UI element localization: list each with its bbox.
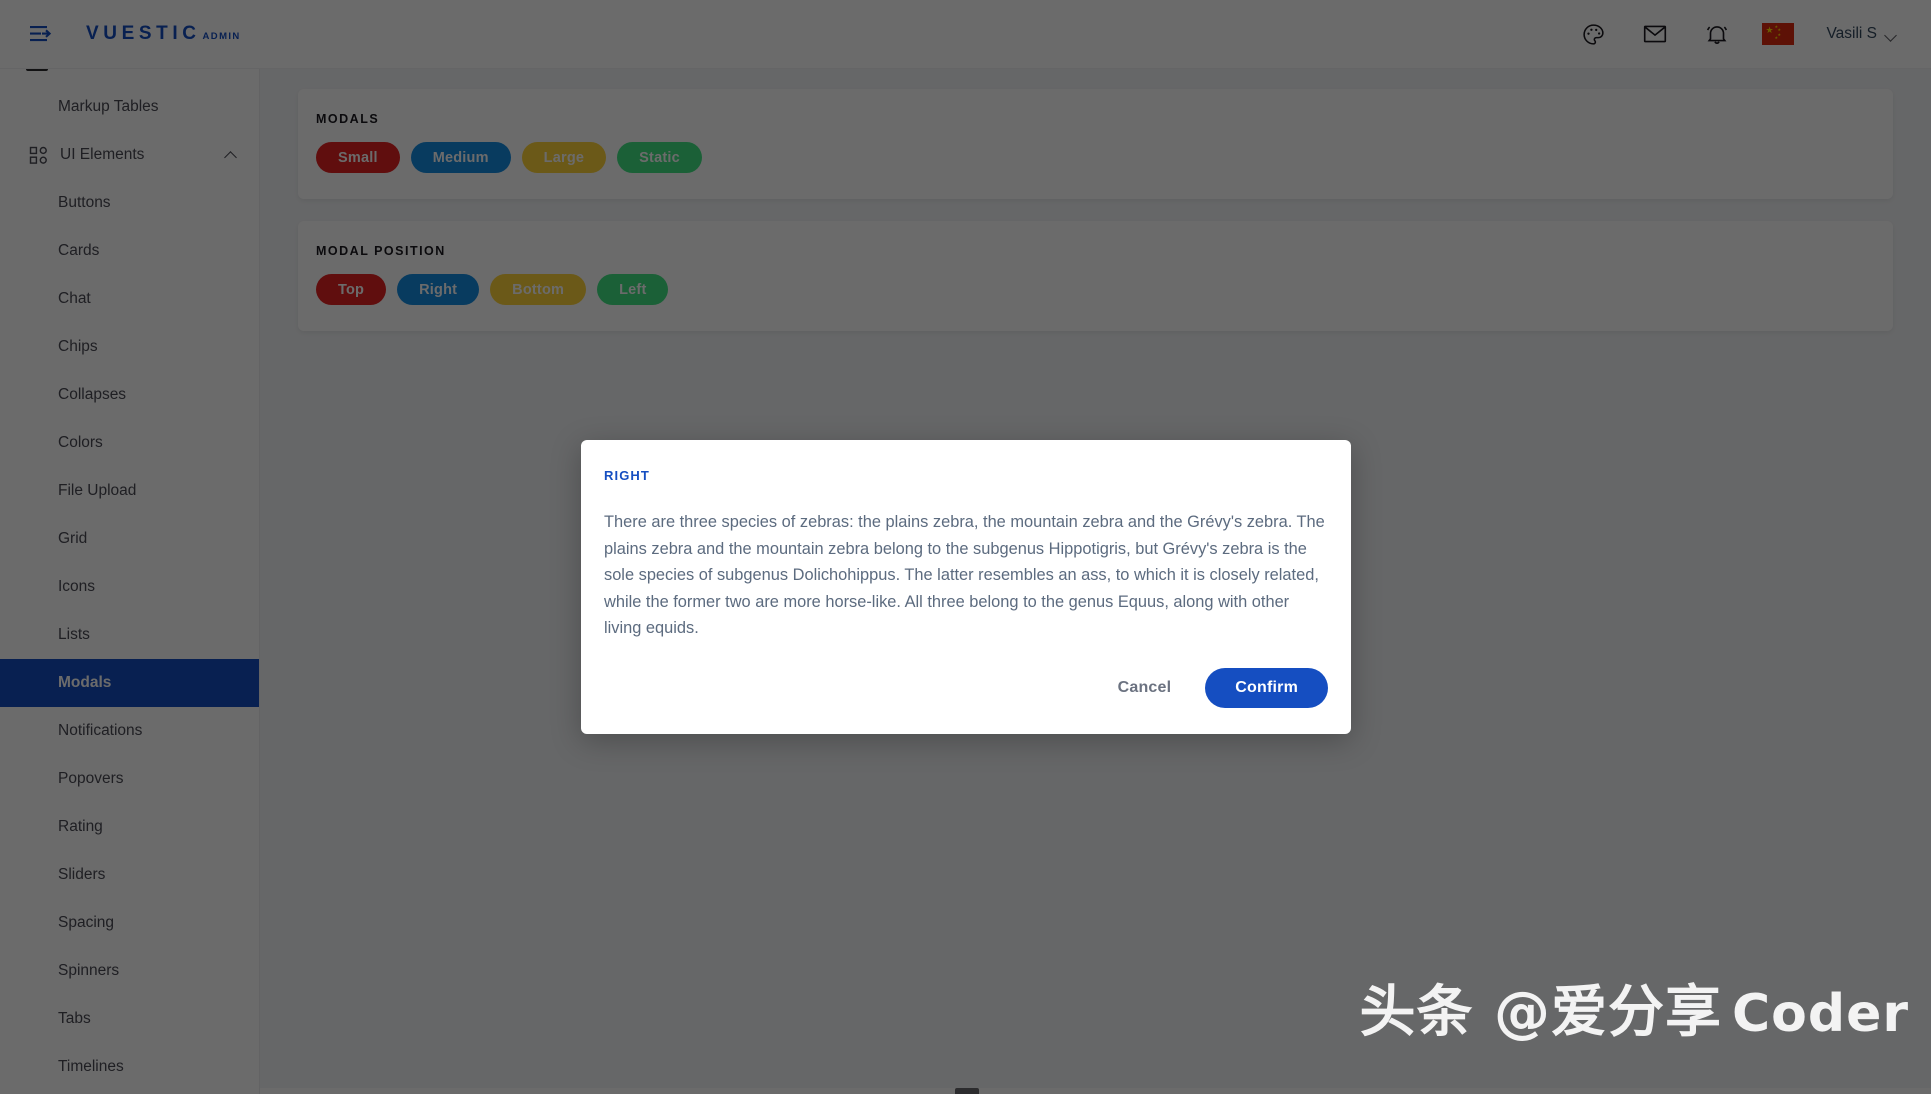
right-position-modal: RIGHT There are three species of zebras:… <box>581 440 1351 734</box>
app-root: VUESTIC ADMIN <box>0 0 1931 1094</box>
modal-body-text: There are three species of zebras: the p… <box>604 513 1325 638</box>
watermark: 头条 @爱分享 Coder <box>1359 967 1909 1048</box>
modal-actions: Cancel Confirm <box>604 667 1328 712</box>
modal-title: RIGHT <box>604 468 650 483</box>
bottom-scroll-nub <box>955 1088 979 1094</box>
watermark-en: Coder <box>1731 984 1909 1044</box>
watermark-zh: 头条 @爱分享 <box>1359 980 1722 1045</box>
confirm-button[interactable]: Confirm <box>1205 667 1328 708</box>
cancel-button[interactable]: Cancel <box>1102 669 1188 707</box>
